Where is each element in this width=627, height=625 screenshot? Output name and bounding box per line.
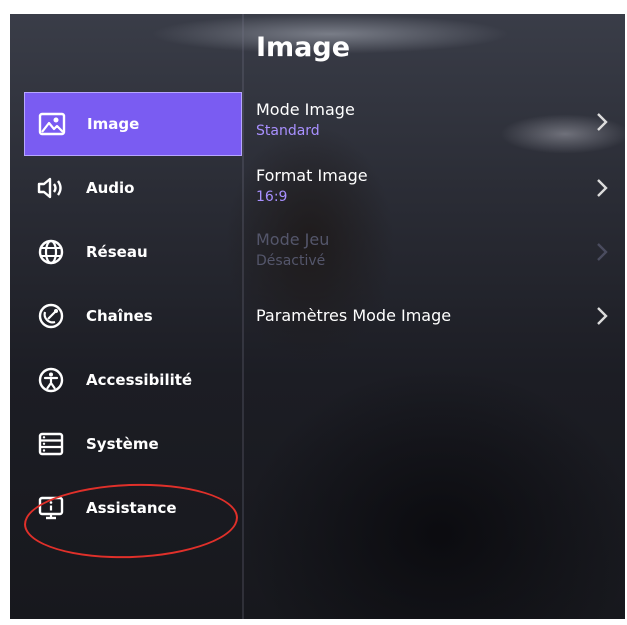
- sidebar-item-label: Chaînes: [86, 307, 153, 325]
- setting-label: Format Image: [256, 166, 368, 185]
- sidebar-item-accessibilite[interactable]: Accessibilité: [24, 348, 242, 412]
- setting-label: Mode Jeu: [256, 230, 330, 249]
- setting-value: Désactivé: [256, 253, 326, 269]
- chevron-right-icon: [596, 242, 608, 266]
- tv-screen: Image Audio Réseau Chaînes Accessibilité…: [10, 14, 625, 619]
- sidebar-item-audio[interactable]: Audio: [24, 156, 242, 220]
- setting-label: Mode Image: [256, 100, 355, 119]
- page-title: Image: [256, 32, 351, 63]
- sidebar-item-label: Image: [87, 115, 140, 133]
- speaker-icon: [36, 173, 66, 203]
- setting-format-image[interactable]: Format Image 16:9: [256, 166, 616, 205]
- setting-parametres-mode-image[interactable]: Paramètres Mode Image: [256, 306, 616, 325]
- sidebar-item-reseau[interactable]: Réseau: [24, 220, 242, 284]
- setting-mode-image[interactable]: Mode Image Standard: [256, 100, 616, 139]
- accessibility-icon: [36, 365, 66, 395]
- sidebar-item-label: Accessibilité: [86, 371, 193, 389]
- setting-value: 16:9: [256, 189, 288, 205]
- chevron-right-icon: [596, 306, 608, 330]
- sidebar-item-label: Audio: [86, 179, 135, 197]
- sidebar-item-label: Réseau: [86, 243, 148, 261]
- chevron-right-icon: [596, 178, 608, 202]
- setting-value: Standard: [256, 123, 320, 139]
- sidebar-item-image[interactable]: Image: [24, 92, 242, 156]
- server-icon: [36, 429, 66, 459]
- globe-icon: [36, 237, 66, 267]
- sidebar-item-systeme[interactable]: Système: [24, 412, 242, 476]
- sidebar-item-chaines[interactable]: Chaînes: [24, 284, 242, 348]
- picture-icon: [37, 109, 67, 139]
- panel-divider: [242, 14, 244, 619]
- setting-mode-jeu: Mode Jeu Désactivé: [256, 230, 616, 269]
- setting-label: Paramètres Mode Image: [256, 306, 452, 325]
- chevron-right-icon: [596, 112, 608, 136]
- antenna-icon: [36, 301, 66, 331]
- sidebar-item-label: Système: [86, 435, 159, 453]
